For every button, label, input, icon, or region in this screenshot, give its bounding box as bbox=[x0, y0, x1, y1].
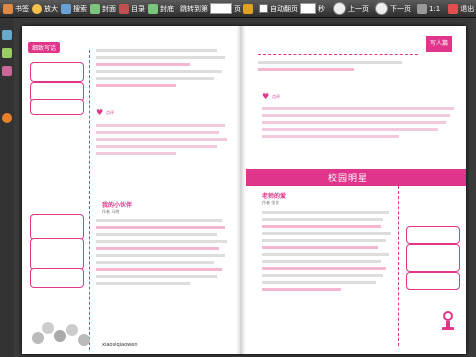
cover-icon bbox=[90, 3, 100, 14]
next-page-button[interactable]: 下一页 bbox=[375, 2, 411, 15]
side-note bbox=[406, 272, 460, 290]
right-margin-line bbox=[398, 186, 399, 346]
thumbnail-icon[interactable] bbox=[2, 30, 12, 40]
side-bar bbox=[0, 18, 14, 357]
review-label: 点评 bbox=[106, 110, 114, 115]
seconds-suffix: 秒 bbox=[318, 4, 325, 13]
right-page-tag: 写人篇 bbox=[426, 36, 452, 52]
header-rule bbox=[258, 54, 418, 55]
search-icon bbox=[61, 3, 71, 14]
heart-icon: ♥ bbox=[262, 92, 270, 101]
left-margin-line bbox=[89, 50, 90, 350]
side-note bbox=[30, 268, 84, 288]
lamp-illustration bbox=[440, 311, 456, 331]
right-review bbox=[262, 104, 458, 148]
side-note bbox=[30, 62, 84, 82]
settings-icon[interactable] bbox=[2, 113, 12, 123]
contents-button[interactable]: 目录 bbox=[119, 2, 145, 15]
arrow-right-icon bbox=[375, 2, 388, 15]
seconds-input[interactable] bbox=[300, 3, 316, 14]
auto-flip-label: 自动翻页 bbox=[270, 4, 298, 13]
actual-size-button[interactable]: 1:1 bbox=[417, 2, 440, 15]
right-story-body bbox=[262, 208, 394, 328]
section-title: 校园明星 bbox=[328, 174, 369, 184]
book-spine bbox=[236, 26, 246, 354]
auto-flip: 自动翻页 秒 bbox=[259, 3, 325, 14]
reader-toolbar: 书签 放大 搜索 封面 目录 封底 跳转到第 页 自动翻页 秒 上一页 下一页 … bbox=[0, 0, 476, 18]
side-note bbox=[406, 244, 460, 272]
back-cover-button[interactable]: 封底 bbox=[148, 2, 174, 15]
zoom-in-button[interactable]: 放大 bbox=[32, 2, 58, 15]
left-story-title: 我的小伙伴 bbox=[102, 202, 133, 209]
heart-icon: ♥ bbox=[96, 108, 104, 117]
exit-icon bbox=[448, 3, 459, 14]
share-icon[interactable] bbox=[2, 66, 12, 76]
book-spread[interactable]: 细致写话 ♥ 点评 我的小伙伴 作者 马晓 xiaosiqiaowen 写人篇 … bbox=[22, 26, 466, 354]
front-cover-button[interactable]: 封面 bbox=[90, 2, 116, 15]
cover-icon bbox=[148, 3, 158, 14]
jump-suffix: 页 bbox=[234, 4, 241, 13]
side-note bbox=[30, 238, 84, 270]
arrow-left-icon bbox=[333, 2, 346, 15]
right-story-title: 老师的爱 bbox=[262, 193, 287, 200]
side-note bbox=[30, 214, 84, 240]
right-author: 作者 张艺 bbox=[262, 200, 280, 205]
page-jump: 跳转到第 页 bbox=[180, 3, 253, 14]
left-author: 作者 马晓 bbox=[102, 209, 120, 214]
go-button[interactable] bbox=[243, 3, 253, 14]
prev-page-button[interactable]: 上一页 bbox=[333, 2, 369, 15]
bookmark-icon bbox=[3, 3, 13, 14]
left-review bbox=[96, 121, 230, 171]
note-icon[interactable] bbox=[2, 48, 12, 58]
review-label: 点评 bbox=[272, 94, 280, 99]
left-story-body bbox=[96, 216, 230, 316]
left-paragraph bbox=[96, 46, 230, 106]
search-button[interactable]: 搜索 bbox=[61, 2, 87, 15]
side-note bbox=[406, 226, 460, 244]
decorative-graphic bbox=[32, 318, 102, 352]
zoom-in-icon bbox=[32, 3, 42, 14]
contents-icon bbox=[119, 3, 129, 14]
page-number-input[interactable] bbox=[210, 3, 232, 14]
brand-logo: xiaosiqiaowen bbox=[102, 342, 138, 348]
actual-size-icon bbox=[417, 3, 427, 14]
jump-label: 跳转到第 bbox=[180, 4, 208, 13]
side-note bbox=[30, 99, 84, 115]
left-page-tag: 细致写话 bbox=[28, 42, 61, 53]
exit-button[interactable]: 退出 bbox=[448, 2, 474, 15]
auto-flip-checkbox[interactable] bbox=[259, 4, 268, 13]
right-paragraph bbox=[258, 58, 418, 82]
bookmark-button[interactable]: 书签 bbox=[3, 2, 29, 15]
section-banner: 校园明星 bbox=[246, 169, 466, 186]
